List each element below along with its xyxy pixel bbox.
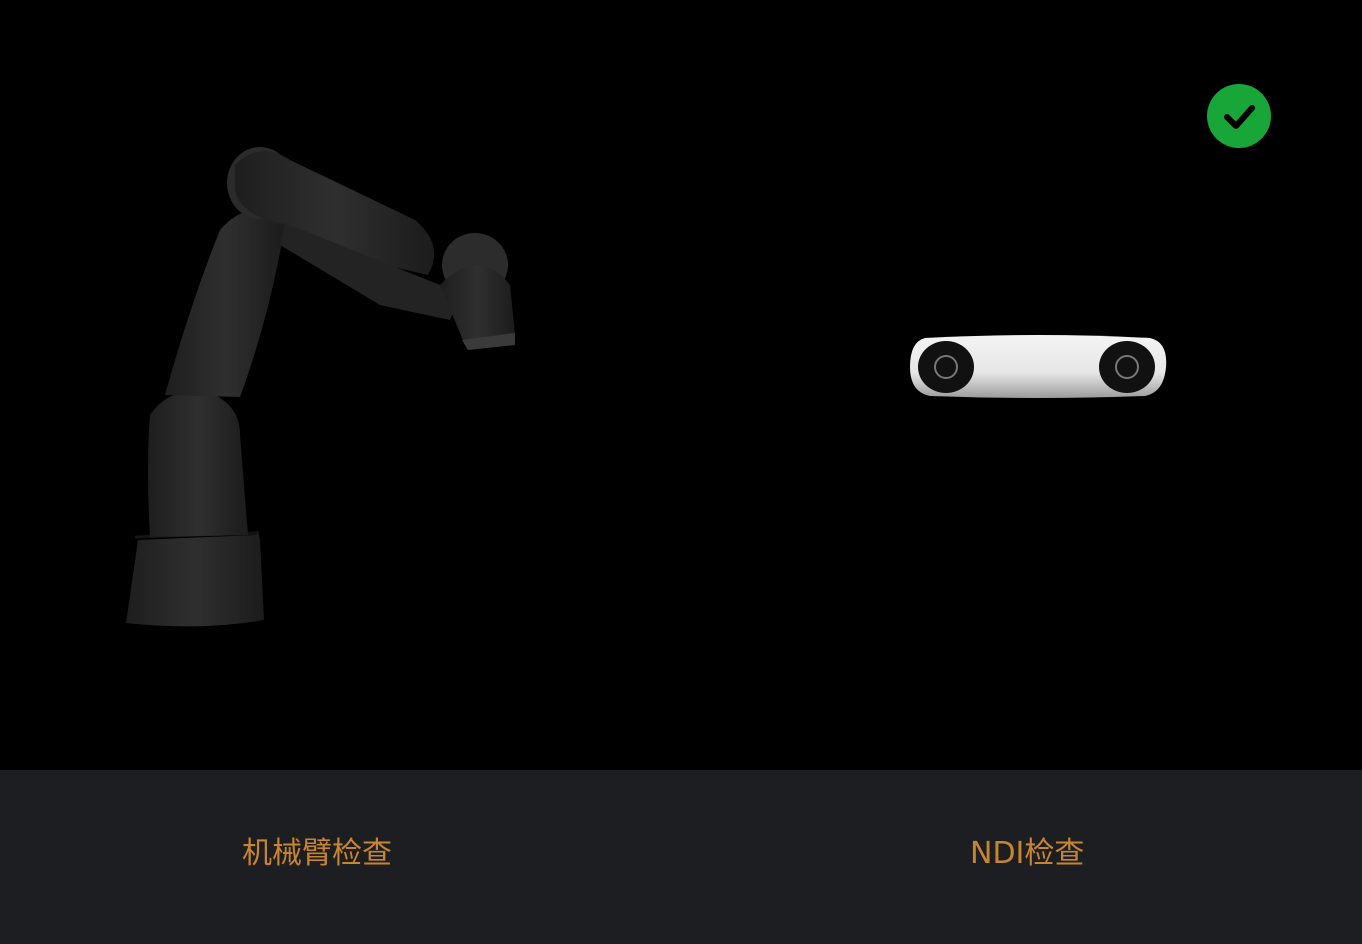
ndi-check-passed-badge <box>1207 84 1271 148</box>
ndi-tracker-icon <box>910 335 1167 398</box>
robot-arm-icon <box>126 147 515 627</box>
device-check-stage <box>0 0 1362 770</box>
arm-check-label[interactable]: 机械臂检查 <box>242 832 392 876</box>
checkmark-icon <box>1224 105 1255 129</box>
ndi-check-label[interactable]: NDI检查 <box>970 832 1084 876</box>
check-labels-bar: 机械臂检查 NDI检查 <box>0 770 1362 944</box>
